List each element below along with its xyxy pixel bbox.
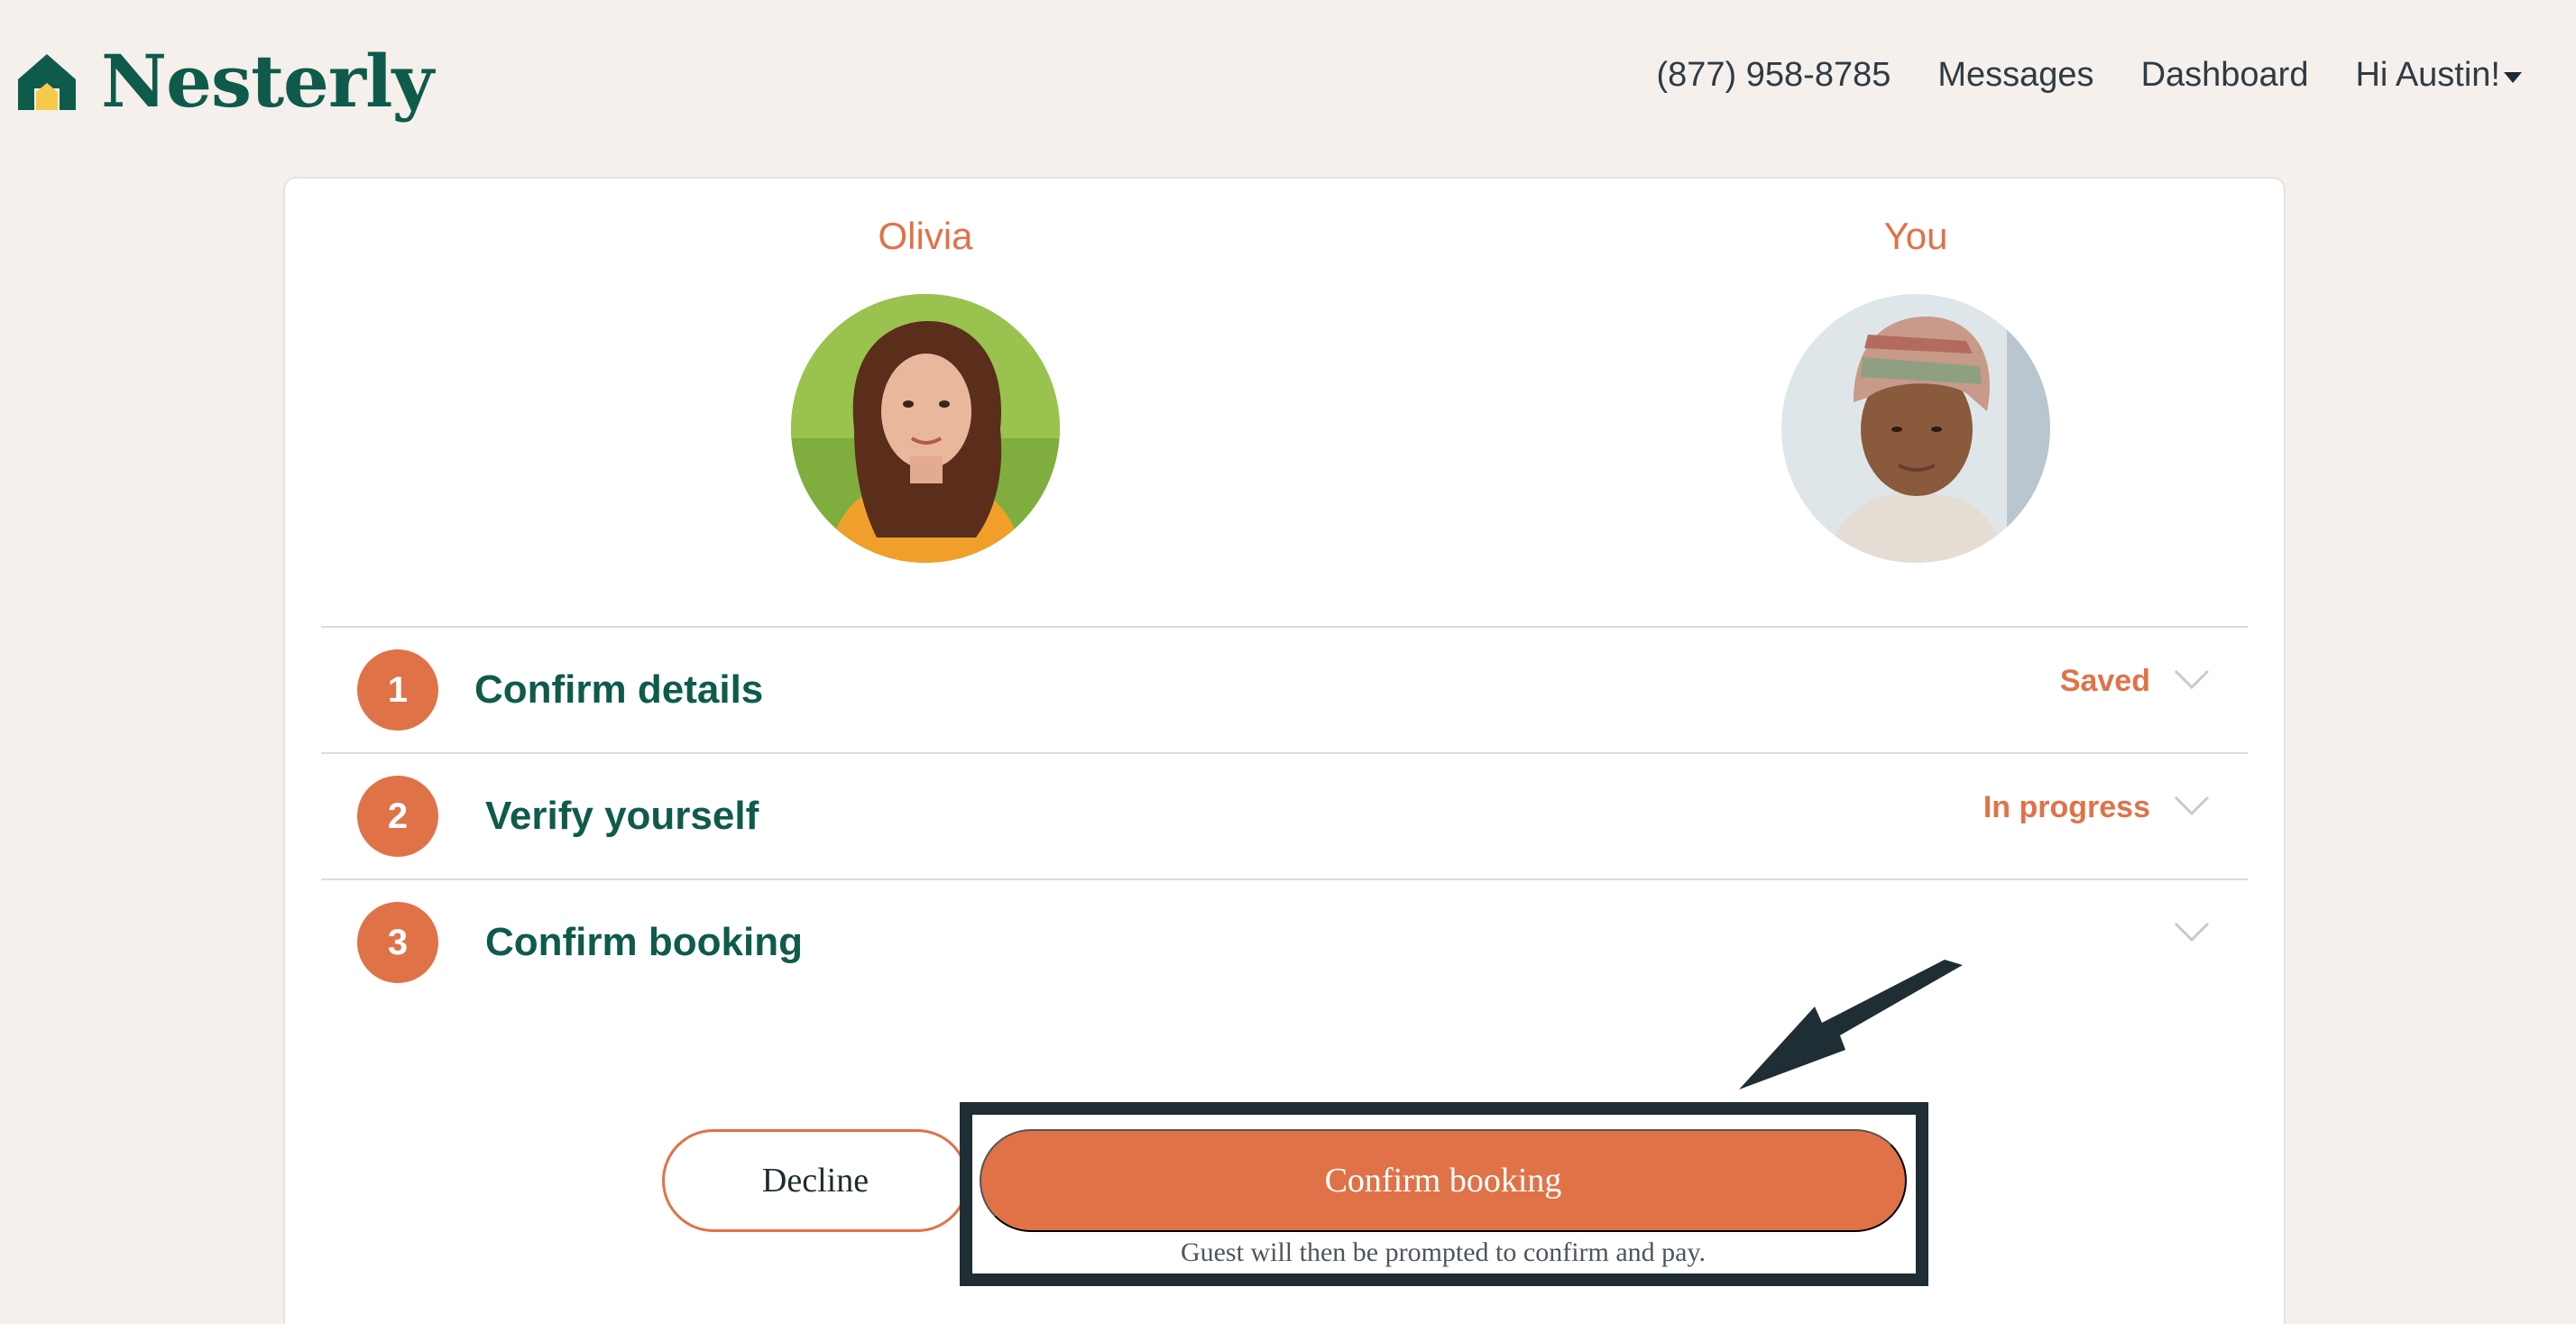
guest-avatar: [791, 294, 1060, 563]
step-title: Confirm booking: [485, 920, 803, 964]
booking-steps: 1 Confirm details Saved 2 Verify yoursel…: [321, 626, 2248, 1005]
annotation-arrow-icon: [1739, 960, 1963, 1090]
host-avatar: [1781, 294, 2050, 563]
step-number: 3: [357, 902, 438, 983]
chevron-down-icon[interactable]: [2174, 669, 2210, 689]
step-confirm-details[interactable]: 1 Confirm details Saved: [321, 626, 2248, 752]
top-header: Nesterly (877) 958-8785 Messages Dashboa…: [0, 0, 2576, 180]
host-profile: You: [1780, 215, 2051, 563]
brand-name: Nesterly: [101, 39, 434, 124]
step-number: 2: [357, 776, 438, 857]
decline-button[interactable]: Decline: [662, 1129, 969, 1232]
house-logo-icon: [18, 54, 76, 110]
nav-messages-link[interactable]: Messages: [1937, 56, 2093, 95]
nesterly-logo[interactable]: Nesterly: [13, 36, 434, 126]
confirm-note: Guest will then be prompted to confirm a…: [1180, 1237, 1707, 1267]
phone-link[interactable]: (877) 958-8785: [1657, 56, 1891, 95]
user-greeting: Hi Austin!: [2355, 56, 2500, 94]
step-status: Saved: [2059, 664, 2150, 698]
step-title: Confirm details: [474, 667, 764, 712]
step-number: 1: [357, 649, 438, 731]
step-verify-yourself[interactable]: 2 Verify yourself In progress: [321, 752, 2248, 878]
confirm-booking-button[interactable]: Confirm booking: [980, 1129, 1907, 1232]
step-title: Verify yourself: [485, 794, 759, 838]
step-status: In progress: [1983, 790, 2150, 824]
guest-profile: Olivia: [790, 215, 1061, 563]
chevron-down-icon[interactable]: [2174, 922, 2210, 942]
nav-dashboard-link[interactable]: Dashboard: [2141, 56, 2309, 95]
main-nav: (877) 958-8785 Messages Dashboard Hi Aus…: [1657, 56, 2522, 95]
user-menu[interactable]: Hi Austin!: [2355, 56, 2522, 95]
chevron-down-icon[interactable]: [2174, 795, 2210, 815]
host-name: You: [1883, 215, 1948, 257]
caret-down-icon: [2504, 71, 2522, 83]
guest-name: Olivia: [878, 215, 973, 257]
